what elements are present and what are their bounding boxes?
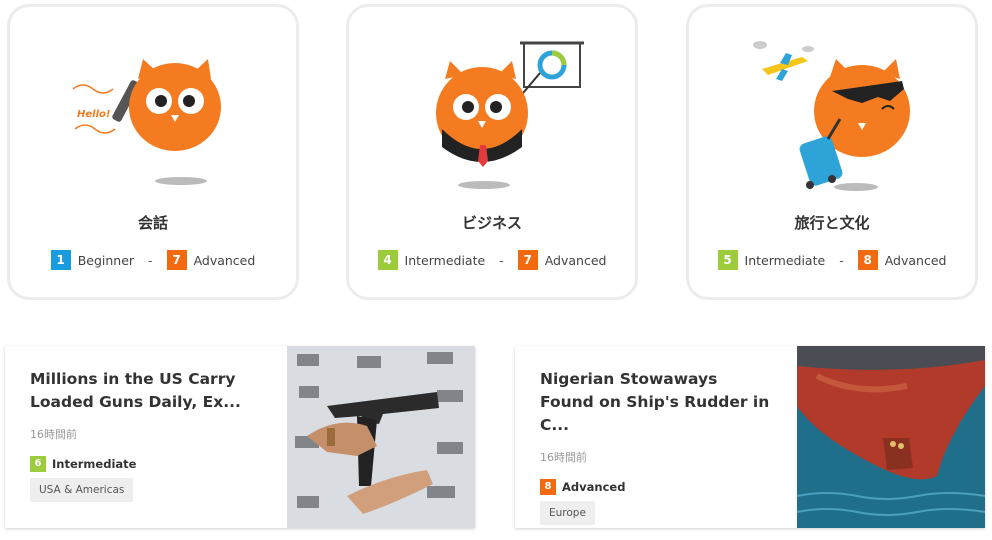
level-label: Intermediate bbox=[52, 457, 137, 471]
level-badge: 5 bbox=[717, 250, 738, 270]
level-label: Advanced bbox=[562, 480, 626, 494]
news-image-ship bbox=[796, 346, 985, 528]
level-label: Intermediate bbox=[404, 252, 486, 268]
level-badge: 1 bbox=[50, 250, 71, 270]
level-label: Advanced bbox=[544, 252, 607, 268]
owl-travel-illustration bbox=[689, 29, 975, 199]
category-card-travel-culture[interactable]: 旅行と文化 5 Intermediate - 8 Advanced bbox=[686, 4, 978, 300]
owl-business-illustration bbox=[349, 29, 635, 199]
news-title[interactable]: Nigerian Stowaways Found on Ship's Rudde… bbox=[540, 368, 770, 437]
level-badge: 7 bbox=[166, 250, 187, 270]
category-card-conversation[interactable]: Hello! 会話 1 Beginner - 7 Advanced bbox=[7, 4, 299, 300]
hello-bubble: Hello! bbox=[77, 109, 110, 120]
news-time: 16時間前 bbox=[30, 428, 77, 441]
level-label: Advanced bbox=[193, 252, 256, 268]
news-time: 16時間前 bbox=[540, 451, 587, 464]
news-image-gun bbox=[287, 346, 475, 528]
category-title: 会話 bbox=[137, 214, 168, 232]
level-range: 4 Intermediate - 7 Advanced bbox=[349, 250, 635, 270]
category-card-business[interactable]: ビジネス 4 Intermediate - 7 Advanced bbox=[346, 4, 638, 300]
level-separator: - bbox=[839, 252, 844, 268]
level-label: Intermediate bbox=[744, 252, 826, 268]
level-badge: 4 bbox=[377, 250, 398, 270]
region-tag[interactable]: USA & Americas bbox=[30, 478, 134, 502]
level-badge: 8 bbox=[857, 250, 878, 270]
level-badge: 8 bbox=[540, 479, 556, 495]
level-separator: - bbox=[148, 252, 153, 268]
level-badge: 7 bbox=[517, 250, 538, 270]
news-level: 6 Intermediate bbox=[30, 456, 260, 472]
level-badge: 6 bbox=[30, 456, 46, 472]
level-separator: - bbox=[499, 252, 504, 268]
category-title: ビジネス bbox=[461, 214, 522, 232]
level-range: 5 Intermediate - 8 Advanced bbox=[689, 250, 975, 270]
region-tag[interactable]: Europe bbox=[540, 501, 595, 525]
level-label: Advanced bbox=[884, 252, 947, 268]
owl-phone-illustration: Hello! bbox=[10, 29, 296, 199]
news-card-guns[interactable]: Millions in the US Carry Loaded Guns Dai… bbox=[5, 346, 475, 528]
level-label: Beginner bbox=[77, 252, 135, 268]
news-title[interactable]: Millions in the US Carry Loaded Guns Dai… bbox=[30, 368, 260, 414]
level-range: 1 Beginner - 7 Advanced bbox=[10, 250, 296, 270]
news-card-stowaways[interactable]: Nigerian Stowaways Found on Ship's Rudde… bbox=[515, 346, 985, 528]
category-title: 旅行と文化 bbox=[794, 214, 870, 232]
news-level: 8 Advanced bbox=[540, 479, 770, 495]
